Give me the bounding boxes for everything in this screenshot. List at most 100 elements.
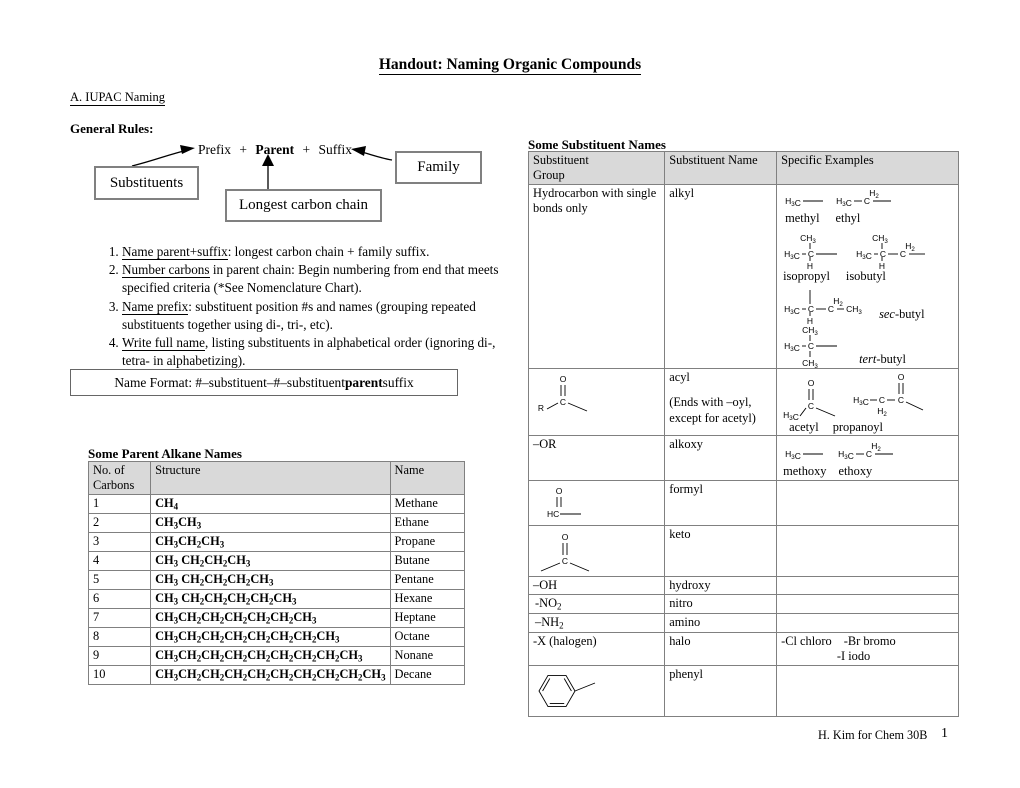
alkane-header-carbons: No. of Carbons	[87, 461, 152, 495]
svg-text:H3C: H3C	[853, 395, 869, 407]
substituent-name-cell: formyl	[664, 480, 778, 527]
table-row: 10 CH3CH2CH2CH2CH2CH2CH2CH2CH2CH3 Decane	[87, 664, 466, 685]
alkane-cell-carbons: 7	[87, 607, 152, 628]
alkane-cell-name: Hexane	[389, 588, 466, 609]
example-label: isopropyl	[783, 268, 830, 283]
svg-text:C: C	[898, 395, 904, 405]
table-row: –OH hydroxy	[527, 576, 959, 596]
table-row: 5 CH3 CH2CH2CH2CH3 Pentane	[87, 569, 466, 590]
svg-text:C: C	[562, 556, 568, 566]
substituent-table: Substituent Group Substituent Name Specif…	[527, 151, 959, 717]
substituent-group-text: –NH2	[527, 613, 666, 634]
substituent-examples-cell	[776, 664, 959, 717]
substituent-group-structure: OC	[527, 525, 666, 578]
alkane-table-caption: Some Parent Alkane Names	[88, 446, 242, 461]
alkane-cell-carbons: 6	[87, 588, 152, 609]
alkane-cell-name: Heptane	[389, 607, 466, 628]
substituent-group-text: Hydrocarbon with single bonds only	[527, 183, 666, 369]
substituent-name-cell: keto	[664, 525, 778, 578]
substituent-name-cell: alkyl	[664, 183, 778, 369]
name-formula: Prefix + Parent + Suffix	[198, 142, 352, 158]
alkane-cell-carbons: 10	[87, 664, 152, 685]
subst-header-group: Substituent Group	[527, 151, 666, 185]
alkane-header-name: Name	[389, 461, 466, 495]
svg-text:H2: H2	[877, 406, 887, 418]
footer-page-number: 1	[941, 726, 948, 741]
example-label: propanoyl	[832, 419, 883, 434]
substituent-examples-cell	[776, 480, 959, 527]
substituent-examples-cell	[776, 613, 959, 634]
table-row: –OR alkoxy H3C H3C C H2 methoxy ethoxy	[527, 435, 959, 482]
substituent-name: acyl	[669, 369, 690, 384]
table-row: 2 CH3CH3 Ethane	[87, 512, 466, 533]
svg-text:H3C: H3C	[838, 449, 854, 461]
svg-text:C: C	[808, 249, 814, 259]
alkane-cell-structure: CH3 CH2CH2CH2CH3	[150, 569, 391, 590]
svg-text:O: O	[898, 372, 905, 382]
alkane-cell-name: Octane	[389, 626, 466, 647]
substituent-name-cell: nitro	[664, 594, 778, 615]
formula-suffix: Suffix	[318, 142, 353, 157]
table-row: -NO2 nitro	[527, 594, 959, 615]
substituent-name-cell: amino	[664, 613, 778, 634]
rule-item: Number carbons in parent chain: Begin nu…	[122, 261, 500, 297]
substituent-group-text: -NO2	[527, 594, 666, 615]
table-row: 7 CH3CH2CH2CH2CH2CH2CH3 Heptane	[87, 607, 466, 628]
substituent-name-cell: phenyl	[664, 664, 778, 717]
example-label: acetyl	[789, 419, 819, 434]
alkane-cell-structure: CH3CH2CH2CH2CH2CH2CH2CH3	[150, 626, 391, 647]
svg-text:CH3: CH3	[872, 233, 888, 245]
subst-header-examples: Specific Examples	[776, 151, 959, 185]
svg-text:CH3: CH3	[800, 233, 816, 245]
example-label: ethoxy	[838, 464, 873, 479]
example-label: -Cl chloro	[781, 634, 832, 649]
substituent-name: hydroxy	[669, 578, 711, 593]
svg-text:O: O	[808, 378, 815, 388]
chemical-structure-group: CH3 H3C C CH3 tert-butyl	[781, 323, 954, 370]
svg-text:O: O	[556, 486, 563, 496]
rule-underlined-term: Number carbons	[122, 262, 210, 279]
formula-plus-1: +	[239, 142, 247, 157]
svg-text:H3C: H3C	[784, 249, 800, 261]
naming-flow-diagram: Prefix + Parent + Suffix Substituents Lo…	[70, 140, 500, 230]
section-heading-iupac: A. IUPAC Naming	[70, 90, 166, 106]
name-format-box: Name Format: #–substituent–#–substituent…	[70, 369, 458, 396]
alkane-table: No. of Carbons Structure Name 1 CH4 Methan…	[87, 461, 466, 685]
subst-header-name: Substituent Name	[664, 151, 778, 185]
substituent-group-structure: O HC	[527, 480, 666, 527]
chemical-structure-group: H3C C C H2 CH3 Hsec-butyl	[781, 286, 954, 326]
svg-text:O: O	[560, 374, 567, 384]
substituent-table-head: Substituent Group Substituent Name Specif…	[527, 151, 959, 185]
substituent-group-text: –OH	[527, 576, 666, 596]
alkane-cell-name: Nonane	[389, 645, 466, 666]
substituent-name-note: (Ends with –oyl, except for acetyl)	[669, 395, 756, 425]
substituent-name: halo	[669, 634, 691, 649]
svg-text:H2: H2	[905, 241, 915, 253]
svg-text:C: C	[879, 395, 885, 405]
document-page: Handout: Naming Organic Compounds A. IUP…	[0, 0, 1020, 788]
svg-text:H2: H2	[869, 188, 879, 200]
svg-text:H3C: H3C	[836, 196, 852, 208]
svg-text:C: C	[808, 304, 814, 314]
svg-text:H: H	[879, 261, 885, 271]
chemical-structure-group: H3C H3C C H2	[781, 440, 954, 464]
svg-text:HC: HC	[547, 509, 559, 519]
substituent-name: phenyl	[669, 666, 703, 681]
example-label: -I iodo	[836, 649, 871, 664]
alkane-cell-carbons: 4	[87, 550, 152, 571]
rule-underlined-term: Name parent+suffix	[122, 244, 228, 260]
svg-text:H2: H2	[871, 441, 881, 453]
chemical-structure-group: CH3 H3C C H CH3 H3C C C H2 H	[781, 231, 954, 271]
rule-underlined-term: Name prefix	[122, 298, 189, 315]
substituent-examples-cell: -Cl chloro -Br bromo -I iodo	[776, 632, 959, 666]
svg-text:H3C: H3C	[785, 196, 801, 208]
general-rules-list: Name parent+suffix: longest carbon chain…	[100, 243, 500, 371]
section-heading-iupac-text: A. IUPAC Naming	[70, 90, 166, 106]
substituent-name-cell: alkoxy	[664, 435, 778, 482]
table-row: 3 CH3CH2CH3 Propane	[87, 531, 466, 552]
substituent-group-structure: O C R	[527, 367, 666, 437]
svg-text:O: O	[562, 532, 569, 542]
table-row: 9 CH3CH2CH2CH2CH2CH2CH2CH2CH3 Nonane	[87, 645, 466, 666]
table-row: 1 CH4 Methane	[87, 493, 466, 514]
svg-text:H3C: H3C	[856, 249, 872, 261]
